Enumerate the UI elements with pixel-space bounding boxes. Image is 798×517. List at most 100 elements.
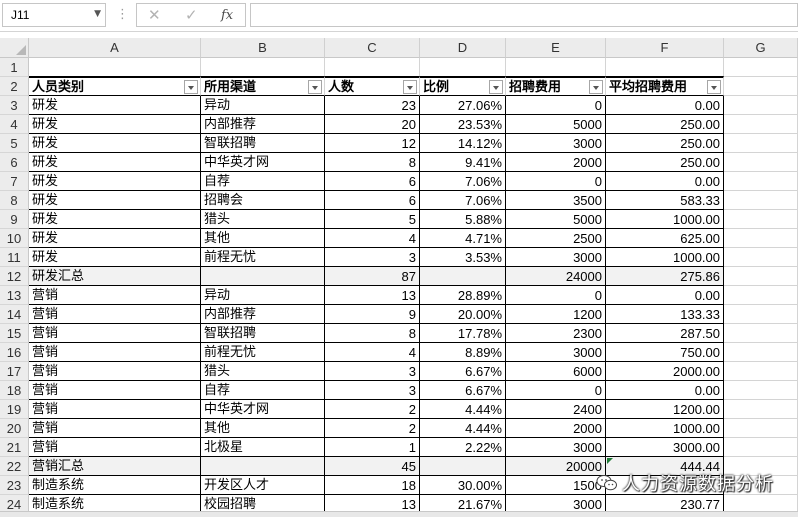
cell-d1[interactable] — [420, 58, 506, 77]
cell-c10[interactable]: 4 — [325, 229, 420, 248]
cancel-icon[interactable]: ✕ — [148, 6, 161, 24]
cell-f18[interactable]: 0.00 — [606, 381, 724, 400]
cell-g8[interactable] — [724, 191, 798, 210]
cell-g7[interactable] — [724, 172, 798, 191]
cell-d7[interactable]: 7.06% — [420, 172, 506, 191]
row-header-7[interactable]: 7 — [0, 172, 29, 191]
cell-g10[interactable] — [724, 229, 798, 248]
cell-b16[interactable]: 前程无忧 — [201, 343, 325, 362]
cell-c14[interactable]: 9 — [325, 305, 420, 324]
row-header-4[interactable]: 4 — [0, 115, 29, 134]
cell-b1[interactable] — [201, 58, 325, 77]
filter-dropdown-icon[interactable] — [489, 80, 503, 94]
cell-d21[interactable]: 2.22% — [420, 438, 506, 457]
cell-e23[interactable]: 1500 — [506, 476, 606, 495]
cell-b20[interactable]: 其他 — [201, 419, 325, 438]
cell-e11[interactable]: 3000 — [506, 248, 606, 267]
cell-f5[interactable]: 250.00 — [606, 134, 724, 153]
header-cell-b[interactable]: 所用渠道 — [201, 76, 325, 96]
cell-a17[interactable]: 营销 — [29, 362, 201, 381]
cell-g17[interactable] — [724, 362, 798, 381]
subtotal-cell-c[interactable]: 87 — [325, 267, 420, 286]
column-header-b[interactable]: B — [201, 38, 325, 58]
cell-a11[interactable]: 研发 — [29, 248, 201, 267]
cell-g3[interactable] — [724, 96, 798, 115]
cell-c7[interactable]: 6 — [325, 172, 420, 191]
row-header-11[interactable]: 11 — [0, 248, 29, 267]
cell-e7[interactable]: 0 — [506, 172, 606, 191]
subtotal-cell-d[interactable] — [420, 457, 506, 476]
subtotal-cell-d[interactable] — [420, 267, 506, 286]
cell-c20[interactable]: 2 — [325, 419, 420, 438]
cell-e6[interactable]: 2000 — [506, 153, 606, 172]
row-header-10[interactable]: 10 — [0, 229, 29, 248]
row-header-12[interactable]: 12 — [0, 267, 29, 286]
cell-d23[interactable]: 30.00% — [420, 476, 506, 495]
row-header-17[interactable]: 17 — [0, 362, 29, 381]
cell-e21[interactable]: 3000 — [506, 438, 606, 457]
header-cell-c[interactable]: 人数 — [325, 76, 420, 96]
cell-d18[interactable]: 6.67% — [420, 381, 506, 400]
cell-f10[interactable]: 625.00 — [606, 229, 724, 248]
row-header-16[interactable]: 16 — [0, 343, 29, 362]
cell-d19[interactable]: 4.44% — [420, 400, 506, 419]
cell-g9[interactable] — [724, 210, 798, 229]
cell-a14[interactable]: 营销 — [29, 305, 201, 324]
formula-input[interactable] — [250, 3, 798, 27]
cell-g16[interactable] — [724, 343, 798, 362]
cell-g4[interactable] — [724, 115, 798, 134]
cell-d13[interactable]: 28.89% — [420, 286, 506, 305]
cell-f6[interactable]: 250.00 — [606, 153, 724, 172]
cell-b21[interactable]: 北极星 — [201, 438, 325, 457]
cell-a18[interactable]: 营销 — [29, 381, 201, 400]
cell-b11[interactable]: 前程无忧 — [201, 248, 325, 267]
subtotal-cell-e[interactable]: 24000 — [506, 267, 606, 286]
cell-e10[interactable]: 2500 — [506, 229, 606, 248]
cell-f17[interactable]: 2000.00 — [606, 362, 724, 381]
cell-b13[interactable]: 异动 — [201, 286, 325, 305]
cell-c3[interactable]: 23 — [325, 96, 420, 115]
filter-dropdown-icon[interactable] — [589, 80, 603, 94]
cell-f1[interactable] — [606, 58, 724, 77]
cell-b14[interactable]: 内部推荐 — [201, 305, 325, 324]
cell-f3[interactable]: 0.00 — [606, 96, 724, 115]
check-icon[interactable]: ✓ — [185, 6, 198, 24]
cell-f19[interactable]: 1200.00 — [606, 400, 724, 419]
column-header-g[interactable]: G — [724, 38, 798, 58]
cell-f11[interactable]: 1000.00 — [606, 248, 724, 267]
insert-function-icon[interactable]: fx — [221, 8, 233, 23]
cell-e20[interactable]: 2000 — [506, 419, 606, 438]
header-cell-a[interactable]: 人员类别 — [29, 76, 201, 96]
cell-b19[interactable]: 中华英才网 — [201, 400, 325, 419]
cell-a8[interactable]: 研发 — [29, 191, 201, 210]
cell-f15[interactable]: 287.50 — [606, 324, 724, 343]
cell-b17[interactable]: 猎头 — [201, 362, 325, 381]
cell-c1[interactable] — [325, 58, 420, 77]
name-box[interactable]: J11 ▼ — [2, 3, 106, 27]
subtotal-cell-b[interactable] — [201, 267, 325, 286]
cell-e17[interactable]: 6000 — [506, 362, 606, 381]
row-header-9[interactable]: 9 — [0, 210, 29, 229]
cell-c21[interactable]: 1 — [325, 438, 420, 457]
cell-f21[interactable]: 3000.00 — [606, 438, 724, 457]
cell-d8[interactable]: 7.06% — [420, 191, 506, 210]
cell-a20[interactable]: 营销 — [29, 419, 201, 438]
row-header-22[interactable]: 22 — [0, 457, 29, 476]
cell-c13[interactable]: 13 — [325, 286, 420, 305]
filter-dropdown-icon[interactable] — [308, 80, 322, 94]
cell-a3[interactable]: 研发 — [29, 96, 201, 115]
row-header-23[interactable]: 23 — [0, 476, 29, 495]
cell-e3[interactable]: 0 — [506, 96, 606, 115]
header-cell-d[interactable]: 比例 — [420, 76, 506, 96]
column-header-d[interactable]: D — [420, 38, 506, 58]
cell-e14[interactable]: 1200 — [506, 305, 606, 324]
cell-e18[interactable]: 0 — [506, 381, 606, 400]
cell-e16[interactable]: 3000 — [506, 343, 606, 362]
cell-a23[interactable]: 制造系统 — [29, 476, 201, 495]
cell-a9[interactable]: 研发 — [29, 210, 201, 229]
cell-e1[interactable] — [506, 58, 606, 77]
subtotal-cell-b[interactable] — [201, 457, 325, 476]
cell-e13[interactable]: 0 — [506, 286, 606, 305]
cell-g15[interactable] — [724, 324, 798, 343]
cell-b8[interactable]: 招聘会 — [201, 191, 325, 210]
